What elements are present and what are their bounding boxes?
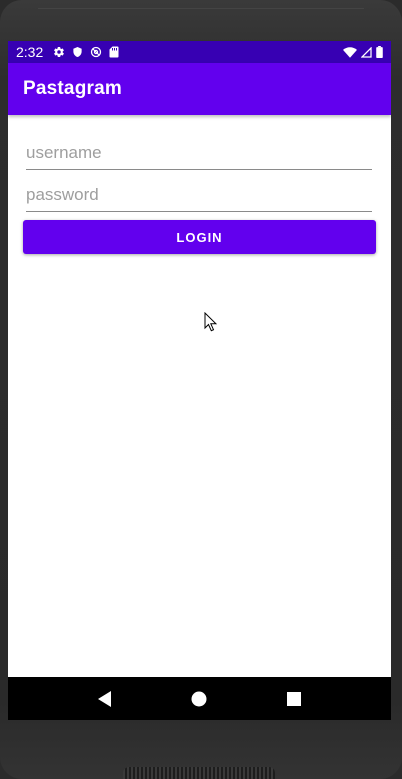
sync-icon xyxy=(90,46,102,58)
status-left-icons xyxy=(53,46,119,58)
app-bar: Pastagram xyxy=(8,63,391,115)
recents-icon xyxy=(286,691,301,706)
shield-icon xyxy=(72,46,83,58)
navigation-bar xyxy=(8,677,391,720)
username-field[interactable] xyxy=(26,140,372,170)
status-right-icons xyxy=(343,46,383,58)
app-title: Pastagram xyxy=(23,78,122,99)
password-field[interactable] xyxy=(26,182,372,212)
back-button[interactable] xyxy=(85,679,125,719)
back-icon xyxy=(98,690,112,707)
bezel-edge xyxy=(38,8,364,9)
login-button[interactable]: LOGIN xyxy=(23,220,376,254)
phone-screen: 2:32 Pastagram username LOGIN xyxy=(8,41,391,720)
battery-icon xyxy=(376,46,383,58)
sd-card-icon xyxy=(109,46,119,58)
home-icon xyxy=(191,691,207,706)
settings-icon xyxy=(53,46,65,58)
home-button[interactable] xyxy=(179,679,219,719)
status-time: 2:32 xyxy=(16,44,44,60)
signal-icon xyxy=(361,46,372,58)
status-bar: 2:32 xyxy=(8,41,391,63)
recents-button[interactable] xyxy=(274,679,314,719)
speaker-grille xyxy=(123,767,275,779)
login-form: LOGIN xyxy=(8,115,391,677)
wifi-icon xyxy=(343,46,357,58)
mouse-pointer-icon xyxy=(204,311,218,336)
